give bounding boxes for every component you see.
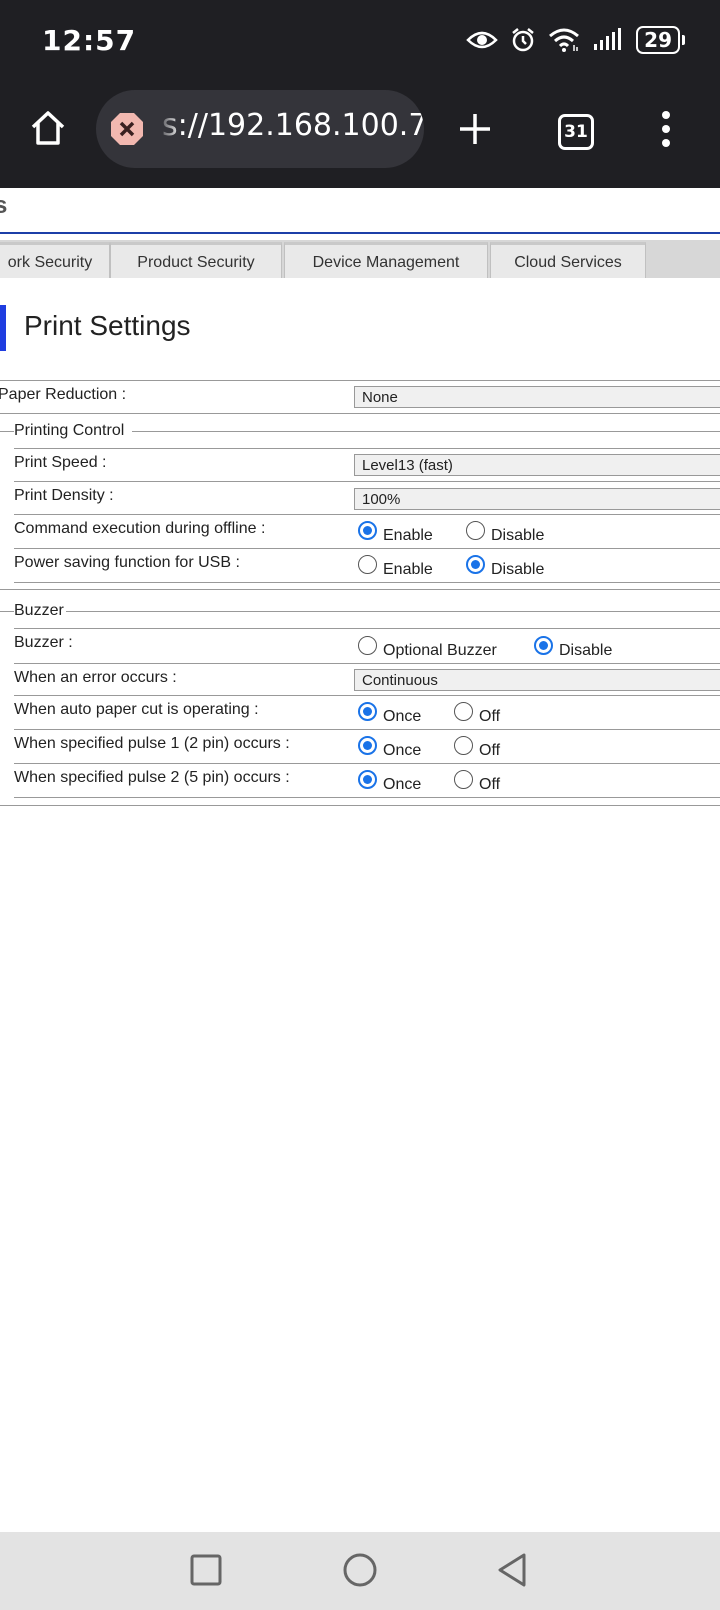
buzzer-disable-label: Disable	[559, 642, 613, 659]
tab-product-security[interactable]: Product Security	[110, 242, 282, 278]
error-occurs-label: When an error occurs :	[14, 669, 177, 686]
pulse2-off-radio[interactable]	[454, 770, 473, 789]
status-bar: 12:57 29	[0, 0, 720, 88]
command-offline-label: Command execution during offline :	[14, 520, 266, 537]
command-offline-enable-radio[interactable]	[358, 521, 377, 540]
auto-cut-once-label: Once	[383, 708, 422, 725]
pulse1-off-label: Off	[479, 742, 501, 759]
warning-icon[interactable]	[110, 112, 144, 146]
tab-network-security[interactable]: ork Security	[0, 242, 110, 278]
clock: 12:57	[42, 24, 137, 57]
buzzer-disable-radio[interactable]	[534, 636, 553, 655]
back-icon[interactable]	[496, 1552, 528, 1588]
command-offline-enable-label: Enable	[383, 527, 433, 544]
power-usb-enable-radio[interactable]	[358, 555, 377, 574]
browser-toolbar: s://192.168.100.70 31	[0, 88, 720, 188]
home-icon[interactable]	[28, 108, 68, 148]
auto-cut-off-radio[interactable]	[454, 702, 473, 721]
url-text[interactable]: s://192.168.100.70	[162, 108, 424, 143]
battery-icon: 29	[636, 26, 685, 54]
buzzer-optional-radio[interactable]	[358, 636, 377, 655]
print-speed-label: Print Speed :	[14, 454, 107, 471]
buzzer-label: Buzzer :	[14, 634, 73, 651]
pulse2-off-label: Off	[479, 776, 501, 793]
power-usb-disable-label: Disable	[491, 561, 545, 578]
print-density-label: Print Density :	[14, 487, 114, 504]
pulse2-once-label: Once	[383, 776, 422, 793]
tab-cloud-services[interactable]: Cloud Services	[490, 242, 646, 278]
page-title: Print Settings	[24, 310, 191, 341]
title-accent-bar	[0, 305, 6, 351]
pulse1-once-label: Once	[383, 742, 422, 759]
recents-icon[interactable]	[190, 1554, 222, 1586]
print-speed-select[interactable]: Level13 (fast)	[354, 454, 720, 476]
error-occurs-select[interactable]: Continuous	[354, 669, 720, 691]
command-offline-disable-radio[interactable]	[466, 521, 485, 540]
site-header-title: s	[0, 192, 8, 219]
system-nav-bar	[0, 1532, 720, 1610]
power-usb-enable-label: Enable	[383, 561, 433, 578]
printing-control-legend: Printing Control	[14, 422, 125, 439]
home-nav-icon[interactable]	[342, 1552, 378, 1588]
signal-icon	[594, 28, 622, 50]
pulse1-label: When specified pulse 1 (2 pin) occurs :	[14, 735, 290, 752]
pulse2-label: When specified pulse 2 (5 pin) occurs :	[14, 769, 290, 786]
tab-device-management[interactable]: Device Management	[284, 242, 488, 278]
eye-icon	[466, 31, 498, 49]
menu-icon[interactable]	[660, 110, 672, 148]
auto-cut-once-radio[interactable]	[358, 702, 377, 721]
wifi-icon	[549, 28, 580, 52]
power-usb-disable-radio[interactable]	[466, 555, 485, 574]
settings-tabs: ork Security Product Security Device Man…	[0, 240, 720, 278]
auto-cut-off-label: Off	[479, 708, 501, 725]
pulse1-once-radio[interactable]	[358, 736, 377, 755]
paper-reduction-select[interactable]: None	[354, 386, 720, 408]
auto-cut-label: When auto paper cut is operating :	[14, 701, 259, 718]
paper-reduction-label: Paper Reduction :	[0, 386, 127, 403]
command-offline-disable-label: Disable	[491, 527, 545, 544]
print-density-select[interactable]: 100%	[354, 488, 720, 510]
alarm-icon	[512, 28, 534, 52]
url-bar[interactable]: s://192.168.100.70	[96, 90, 424, 168]
tab-switcher-button[interactable]: 31	[558, 114, 594, 150]
plus-icon[interactable]	[458, 112, 492, 146]
pulse2-once-radio[interactable]	[358, 770, 377, 789]
pulse1-off-radio[interactable]	[454, 736, 473, 755]
buzzer-optional-label: Optional Buzzer	[383, 642, 497, 659]
site-header: s	[0, 188, 720, 234]
buzzer-legend: Buzzer	[14, 602, 64, 619]
power-usb-label: Power saving function for USB :	[14, 554, 240, 571]
